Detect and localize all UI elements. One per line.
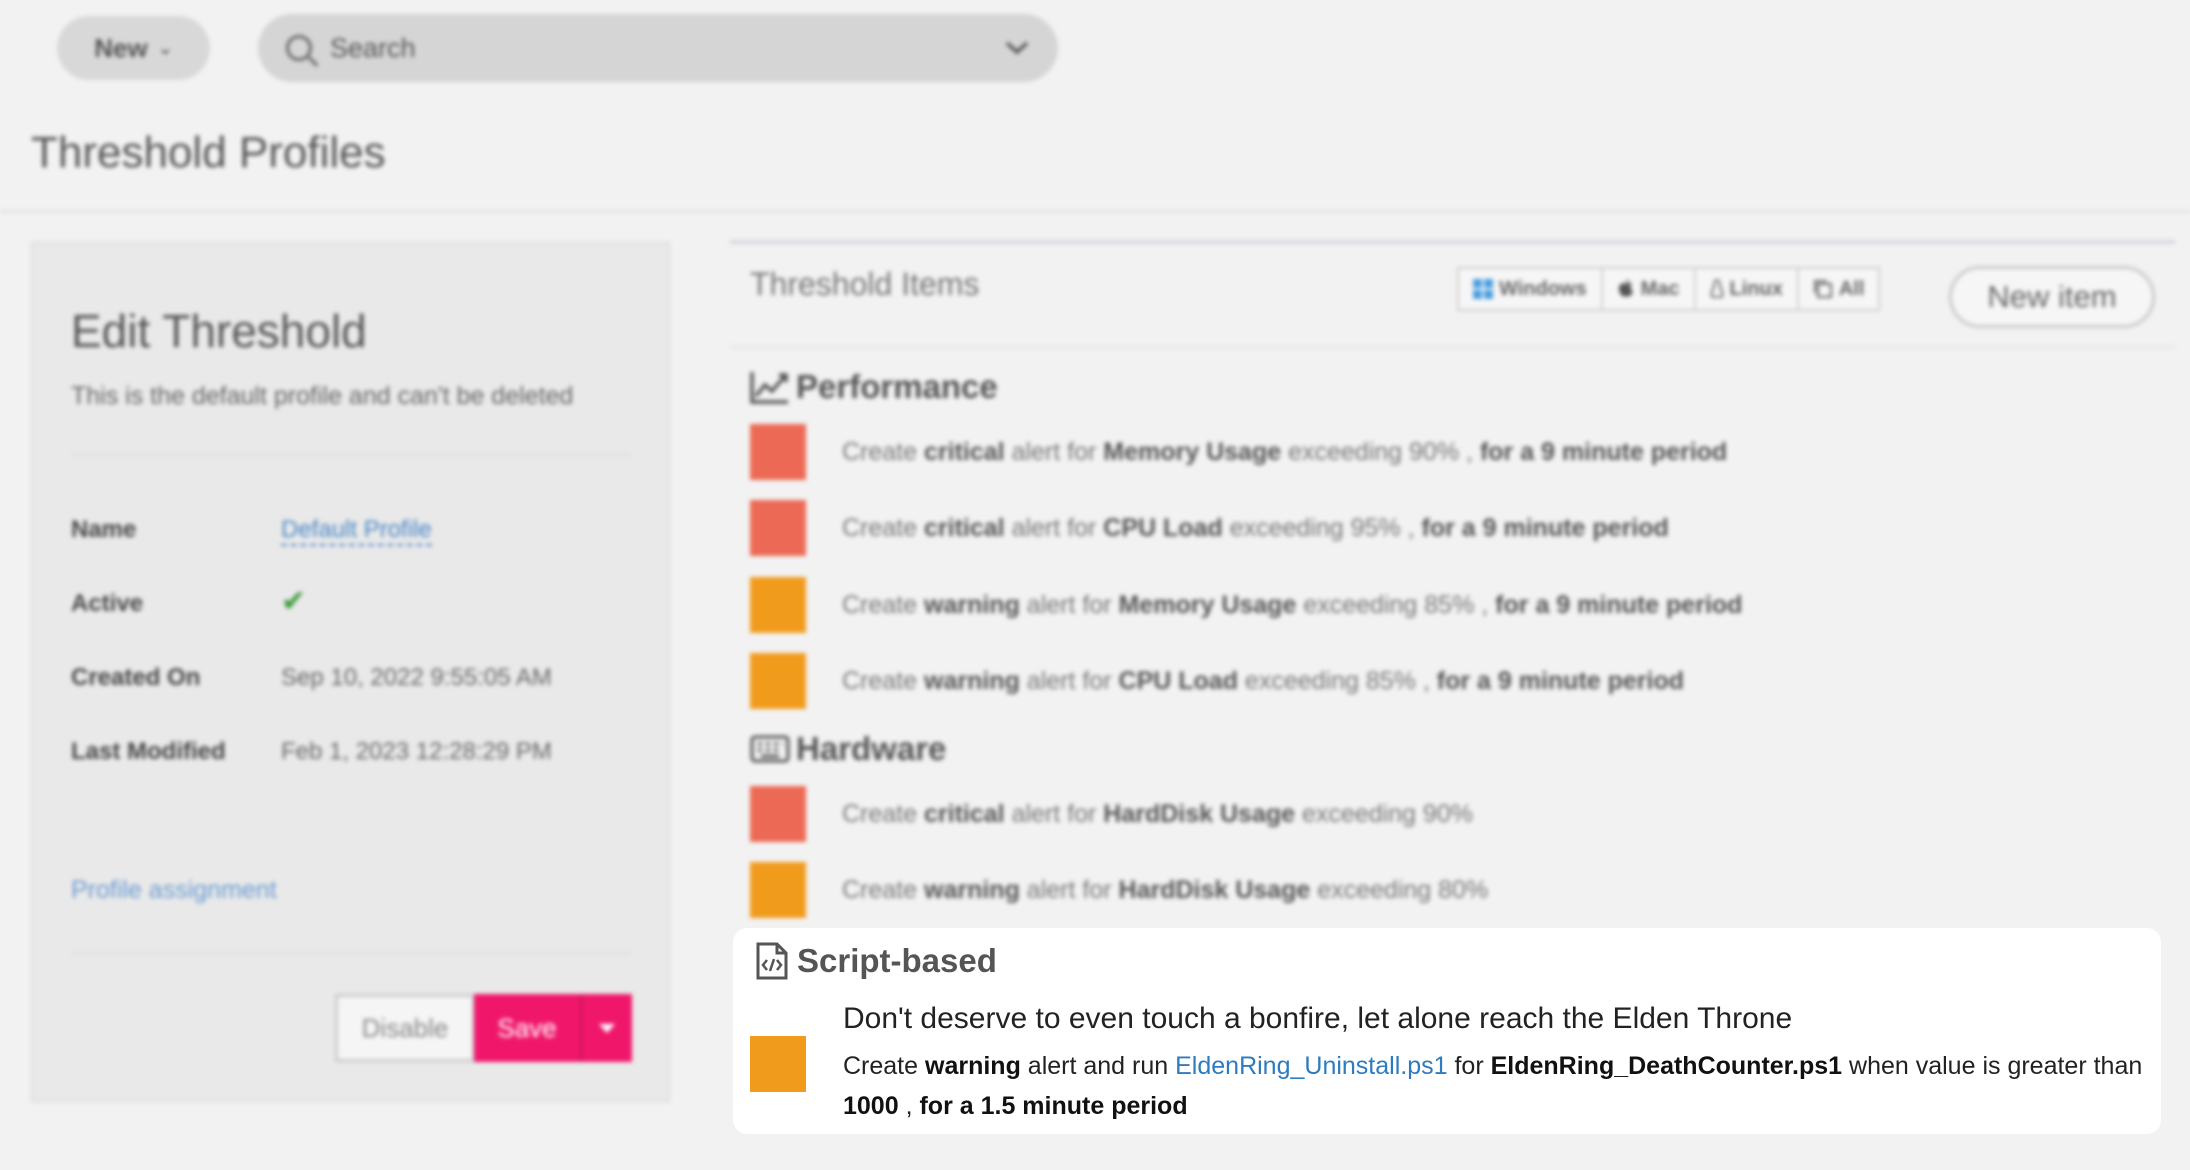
threshold-item-text: Create critical alert for HardDisk Usage…: [842, 799, 1473, 828]
os-filter-label: All: [1838, 277, 1865, 300]
severity-warning-swatch: [750, 1036, 806, 1092]
os-filter-group: Windows Mac Linux All: [1457, 267, 1881, 311]
section-hardware: Hardware: [750, 730, 946, 768]
save-dropdown-caret-icon[interactable]: [582, 994, 632, 1062]
disable-button[interactable]: Disable: [335, 994, 475, 1062]
edit-threshold-title: Edit Threshold: [71, 305, 367, 357]
os-filter-linux[interactable]: Linux: [1696, 269, 1799, 309]
threshold-item-text: Create warning alert for Memory Usage ex…: [842, 590, 1743, 619]
top-toolbar: New ⌄ Search: [0, 0, 2190, 90]
section-script-based: Script-based: [755, 942, 997, 980]
line-chart-icon: [750, 372, 788, 404]
severity-warning-swatch: [750, 653, 806, 709]
os-filter-mac[interactable]: Mac: [1603, 269, 1696, 309]
divider: [71, 952, 631, 954]
search-input[interactable]: Search: [330, 33, 1004, 64]
keyboard-icon: [750, 735, 790, 763]
items-panel-top-border: [730, 240, 2175, 244]
linux-icon: [1710, 279, 1723, 298]
threshold-item-text: Create critical alert for CPU Load excee…: [842, 513, 1669, 542]
section-title: Script-based: [797, 942, 997, 979]
threshold-item[interactable]: Create critical alert for CPU Load excee…: [750, 500, 1669, 556]
threshold-item-text: Create warning alert for CPU Load exceed…: [842, 666, 1685, 695]
section-title: Performance: [796, 368, 998, 405]
divider: [71, 454, 631, 456]
script-based-card[interactable]: Script-based Don't deserve to even touch…: [733, 928, 2161, 1134]
field-label: Created On: [71, 664, 201, 691]
profile-assignment-link[interactable]: Profile assignment: [71, 876, 277, 905]
severity-warning-swatch: [750, 862, 806, 918]
field-name: Name Default Profile: [71, 516, 432, 546]
os-filter-all[interactable]: All: [1799, 269, 1879, 309]
new-item-button[interactable]: New item: [1949, 266, 2155, 328]
search-icon: [286, 35, 312, 61]
run-script-link[interactable]: EldenRing_Uninstall.ps1: [1175, 1052, 1447, 1080]
threshold-item[interactable]: Create warning alert for Memory Usage ex…: [750, 577, 1742, 633]
field-label: Active: [71, 590, 144, 617]
field-last-modified: Last Modified Feb 1, 2023 12:28:29 PM: [71, 738, 552, 766]
threshold-item[interactable]: Create warning alert for CPU Load exceed…: [750, 653, 1684, 709]
script-item-title: Don't deserve to even touch a bonfire, l…: [843, 1002, 1793, 1035]
threshold-items-title: Threshold Items: [750, 266, 980, 302]
new-button[interactable]: New ⌄: [57, 16, 210, 80]
severity-critical-swatch: [750, 500, 806, 556]
severity-critical-swatch: [750, 424, 806, 480]
field-value: Feb 1, 2023 12:28:29 PM: [281, 738, 552, 765]
os-filter-label: Linux: [1729, 277, 1783, 300]
profile-name-editable[interactable]: Default Profile: [281, 516, 432, 546]
threshold-item[interactable]: Create critical alert for HardDisk Usage…: [750, 786, 1473, 842]
windows-icon: [1473, 279, 1493, 299]
search-bar[interactable]: Search: [258, 14, 1058, 82]
field-active: Active ✔: [71, 585, 307, 618]
field-created-on: Created On Sep 10, 2022 9:55:05 AM: [71, 664, 552, 692]
threshold-item[interactable]: Create warning alert for HardDisk Usage …: [750, 862, 1488, 918]
save-button[interactable]: Save: [474, 994, 582, 1062]
file-code-icon: [756, 942, 788, 980]
os-filter-label: Windows: [1499, 277, 1587, 300]
field-label: Last Modified: [71, 738, 226, 765]
header-divider: [0, 210, 2190, 213]
chevron-down-icon[interactable]: [1004, 40, 1030, 56]
threshold-item-text: Create warning alert for HardDisk Usage …: [842, 875, 1489, 904]
edit-threshold-card: Edit Threshold This is the default profi…: [31, 242, 670, 1102]
new-button-label: New: [94, 32, 148, 63]
section-performance: Performance: [750, 368, 998, 406]
section-title: Hardware: [796, 730, 947, 767]
os-filter-windows[interactable]: Windows: [1459, 269, 1603, 309]
page-title: Threshold Profiles: [31, 128, 386, 177]
threshold-item[interactable]: Create critical alert for Memory Usage e…: [750, 424, 1727, 480]
severity-critical-swatch: [750, 786, 806, 842]
checkmark-icon: ✔: [281, 585, 307, 618]
field-value: Sep 10, 2022 9:55:05 AM: [281, 664, 552, 691]
threshold-item-text: Create critical alert for Memory Usage e…: [842, 437, 1728, 466]
apple-icon: [1618, 279, 1633, 297]
script-item-description: Create warning alert and run EldenRing_U…: [843, 1052, 2143, 1120]
severity-warning-swatch: [750, 577, 806, 633]
divider: [730, 346, 2175, 348]
os-filter-label: Mac: [1640, 277, 1680, 300]
copy-icon: [1813, 280, 1832, 298]
field-label: Name: [71, 516, 137, 543]
edit-threshold-subtitle: This is the default profile and can't be…: [71, 382, 574, 410]
chevron-down-icon: ⌄: [157, 37, 173, 58]
